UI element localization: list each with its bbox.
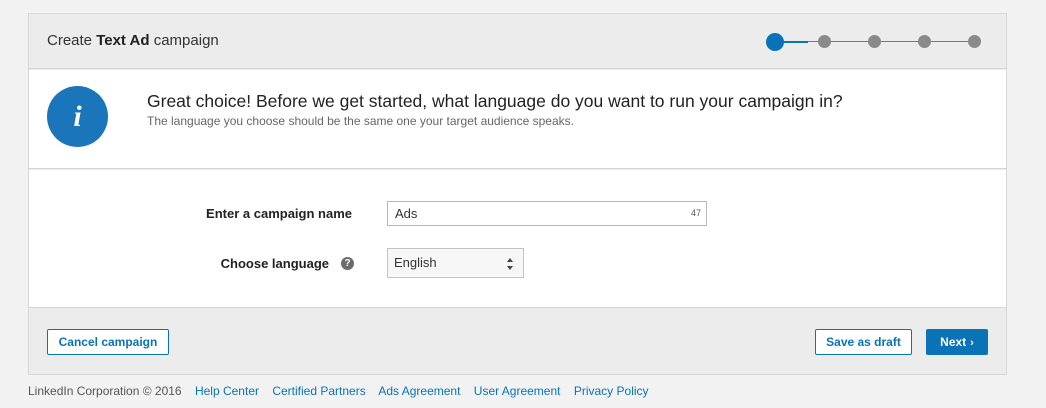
progress-line-active — [782, 41, 808, 43]
question-icon[interactable]: ? — [341, 257, 354, 270]
step-4-dot — [918, 35, 931, 48]
footer-link-ads-agreement[interactable]: Ads Agreement — [378, 384, 460, 398]
campaign-name-label: Enter a campaign name — [206, 206, 352, 221]
step-1-dot — [766, 33, 784, 51]
top-bar — [0, 0, 1046, 13]
step-5-dot — [968, 35, 981, 48]
campaign-wizard-card: Create Text Ad campaign i Great choice! … — [28, 13, 1007, 375]
save-draft-button[interactable]: Save as draft — [815, 329, 912, 355]
footer-copyright: LinkedIn Corporation © 2016 — [28, 384, 182, 398]
cancel-campaign-button[interactable]: Cancel campaign — [47, 329, 169, 355]
select-arrows-icon — [507, 258, 513, 270]
next-button[interactable]: Next › — [926, 329, 988, 355]
info-banner: i Great choice! Before we get started, w… — [29, 70, 1006, 169]
campaign-form: Enter a campaign name Ads 47 Choose lang… — [29, 170, 1006, 308]
campaign-name-input[interactable]: Ads 47 — [387, 201, 707, 226]
language-label: Choose language — [220, 256, 329, 271]
step-progress-indicator — [766, 33, 986, 51]
character-counter: 47 — [690, 208, 701, 218]
page-title: Create Text Ad campaign — [47, 32, 219, 49]
campaign-name-value: Ads — [395, 206, 418, 221]
info-subtext: The language you choose should be the sa… — [147, 114, 574, 128]
footer-link-certified-partners[interactable]: Certified Partners — [272, 384, 365, 398]
next-label: Next — [940, 335, 967, 349]
title-ad-type: Text Ad — [96, 32, 150, 49]
footer-link-help-center[interactable]: Help Center — [195, 384, 259, 398]
language-selected-value: English — [394, 255, 437, 270]
footer: LinkedIn Corporation © 2016 Help Center … — [28, 384, 659, 398]
step-2-dot — [818, 35, 831, 48]
info-icon: i — [47, 86, 108, 147]
step-3-dot — [868, 35, 881, 48]
language-select[interactable]: English — [387, 248, 524, 278]
footer-link-user-agreement[interactable]: User Agreement — [474, 384, 561, 398]
wizard-header: Create Text Ad campaign — [29, 14, 1006, 69]
progress-line — [808, 41, 980, 42]
title-suffix: campaign — [149, 32, 219, 49]
footer-link-privacy-policy[interactable]: Privacy Policy — [574, 384, 649, 398]
info-headline: Great choice! Before we get started, wha… — [147, 91, 843, 111]
chevron-right-icon: › — [970, 337, 974, 349]
title-prefix: Create — [47, 32, 97, 49]
